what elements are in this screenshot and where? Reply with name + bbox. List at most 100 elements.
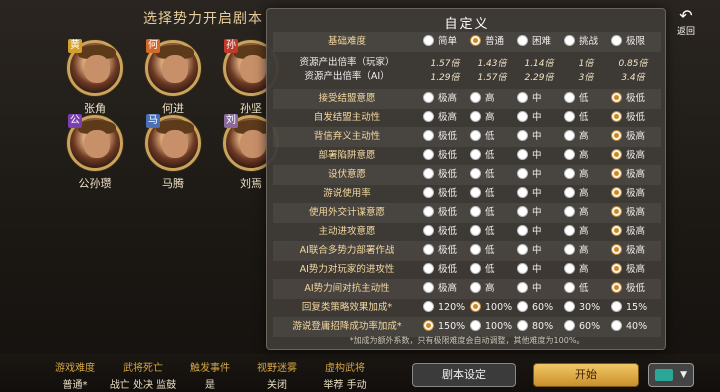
radio-button[interactable] [611, 111, 622, 122]
setting-option[interactable]: 中 [517, 111, 542, 125]
setting-option[interactable]: 极高 [611, 244, 645, 258]
setting-option[interactable]: 低 [470, 187, 495, 201]
radio-button[interactable] [564, 206, 575, 217]
radio-button[interactable] [423, 263, 434, 274]
radio-button[interactable] [611, 225, 622, 236]
radio-button[interactable] [517, 187, 528, 198]
radio-button[interactable] [564, 168, 575, 179]
radio-button[interactable] [611, 263, 622, 274]
radio-button[interactable] [470, 168, 481, 179]
script-settings-button[interactable]: 剧本设定 [412, 363, 516, 387]
radio-button[interactable] [611, 149, 622, 160]
setting-option[interactable]: 极低 [611, 282, 645, 296]
setting-option[interactable]: 低 [564, 92, 589, 106]
setting-option[interactable]: 60% [564, 320, 600, 334]
setting-option[interactable]: 高 [564, 263, 589, 277]
radio-button[interactable] [564, 282, 575, 293]
setting-option[interactable]: 100% [470, 320, 512, 334]
setting-option[interactable]: 极低 [423, 263, 457, 277]
setting-option[interactable]: 低 [470, 130, 495, 144]
setting-option[interactable]: 中 [517, 149, 542, 163]
setting-option[interactable]: 极高 [611, 168, 645, 182]
setting-option[interactable]: 30% [564, 301, 600, 315]
setting-option[interactable]: 150% [423, 320, 465, 334]
radio-button[interactable] [517, 206, 528, 217]
setting-option[interactable]: 高 [564, 149, 589, 163]
radio-button[interactable] [423, 282, 434, 293]
radio-button[interactable] [470, 130, 481, 141]
radio-button[interactable] [611, 320, 622, 331]
radio-button[interactable] [611, 168, 622, 179]
setting-option[interactable]: 高 [470, 111, 495, 125]
setting-option[interactable]: 高 [564, 244, 589, 258]
radio-button[interactable] [423, 111, 434, 122]
setting-option[interactable]: 中 [517, 92, 542, 106]
setting-option[interactable]: 极高 [611, 206, 645, 220]
radio-button[interactable] [423, 320, 434, 331]
setting-option[interactable]: 中 [517, 282, 542, 296]
radio-button[interactable] [423, 244, 434, 255]
radio-button[interactable] [517, 111, 528, 122]
setting-option[interactable]: 中 [517, 244, 542, 258]
setting-option[interactable]: 高 [564, 168, 589, 182]
setting-option[interactable]: 极低 [611, 111, 645, 125]
setting-option[interactable]: 中 [517, 206, 542, 220]
radio-button[interactable] [470, 206, 481, 217]
setting-option[interactable]: 120% [423, 301, 465, 315]
radio-button[interactable] [564, 149, 575, 160]
radio-button[interactable] [611, 282, 622, 293]
radio-button[interactable] [611, 92, 622, 103]
setting-option[interactable]: 60% [517, 301, 553, 315]
setting-option[interactable]: 40% [611, 320, 647, 334]
setting-option[interactable]: 高 [470, 282, 495, 296]
radio-button[interactable] [517, 130, 528, 141]
radio-button[interactable] [423, 149, 434, 160]
setting-option[interactable]: 极高 [611, 187, 645, 201]
setting-option[interactable]: 极低 [423, 244, 457, 258]
setting-option[interactable]: 低 [470, 263, 495, 277]
radio-button[interactable] [470, 263, 481, 274]
radio-button[interactable] [423, 187, 434, 198]
radio-button[interactable] [423, 130, 434, 141]
setting-option[interactable]: 中 [517, 187, 542, 201]
setting-option[interactable]: 低 [470, 225, 495, 239]
setting-option[interactable]: 极高 [423, 282, 457, 296]
radio-button[interactable] [470, 244, 481, 255]
setting-option[interactable]: 极低 [611, 92, 645, 106]
setting-option[interactable]: 极高 [423, 92, 457, 106]
difficulty-option[interactable]: 困难 [517, 35, 551, 49]
setting-option[interactable]: 低 [470, 244, 495, 258]
radio-button[interactable] [470, 149, 481, 160]
setting-option[interactable]: 100% [470, 301, 512, 315]
setting-option[interactable]: 高 [564, 225, 589, 239]
radio-button[interactable] [611, 130, 622, 141]
radio-button[interactable] [517, 168, 528, 179]
setting-option[interactable]: 低 [564, 282, 589, 296]
radio-button[interactable] [517, 301, 528, 312]
radio-button[interactable] [470, 301, 481, 312]
setting-option[interactable]: 中 [517, 130, 542, 144]
setting-option[interactable]: 极高 [423, 111, 457, 125]
radio-button[interactable] [470, 282, 481, 293]
difficulty-option[interactable]: 简单 [423, 35, 457, 49]
radio-button[interactable] [517, 225, 528, 236]
radio-button[interactable] [470, 35, 481, 46]
setting-option[interactable]: 80% [517, 320, 553, 334]
radio-button[interactable] [564, 263, 575, 274]
character-card[interactable]: 马 马腾 [134, 114, 212, 191]
radio-button[interactable] [611, 35, 622, 46]
radio-button[interactable] [517, 263, 528, 274]
radio-button[interactable] [423, 35, 434, 46]
radio-button[interactable] [611, 244, 622, 255]
setting-option[interactable]: 高 [564, 130, 589, 144]
radio-button[interactable] [470, 225, 481, 236]
setting-option[interactable]: 极低 [423, 206, 457, 220]
setting-option[interactable]: 极低 [423, 130, 457, 144]
setting-option[interactable]: 低 [564, 111, 589, 125]
radio-button[interactable] [564, 301, 575, 312]
radio-button[interactable] [517, 35, 528, 46]
radio-button[interactable] [470, 320, 481, 331]
setting-option[interactable]: 极低 [423, 149, 457, 163]
color-dropdown[interactable]: ▼ [648, 363, 694, 387]
radio-button[interactable] [564, 35, 575, 46]
